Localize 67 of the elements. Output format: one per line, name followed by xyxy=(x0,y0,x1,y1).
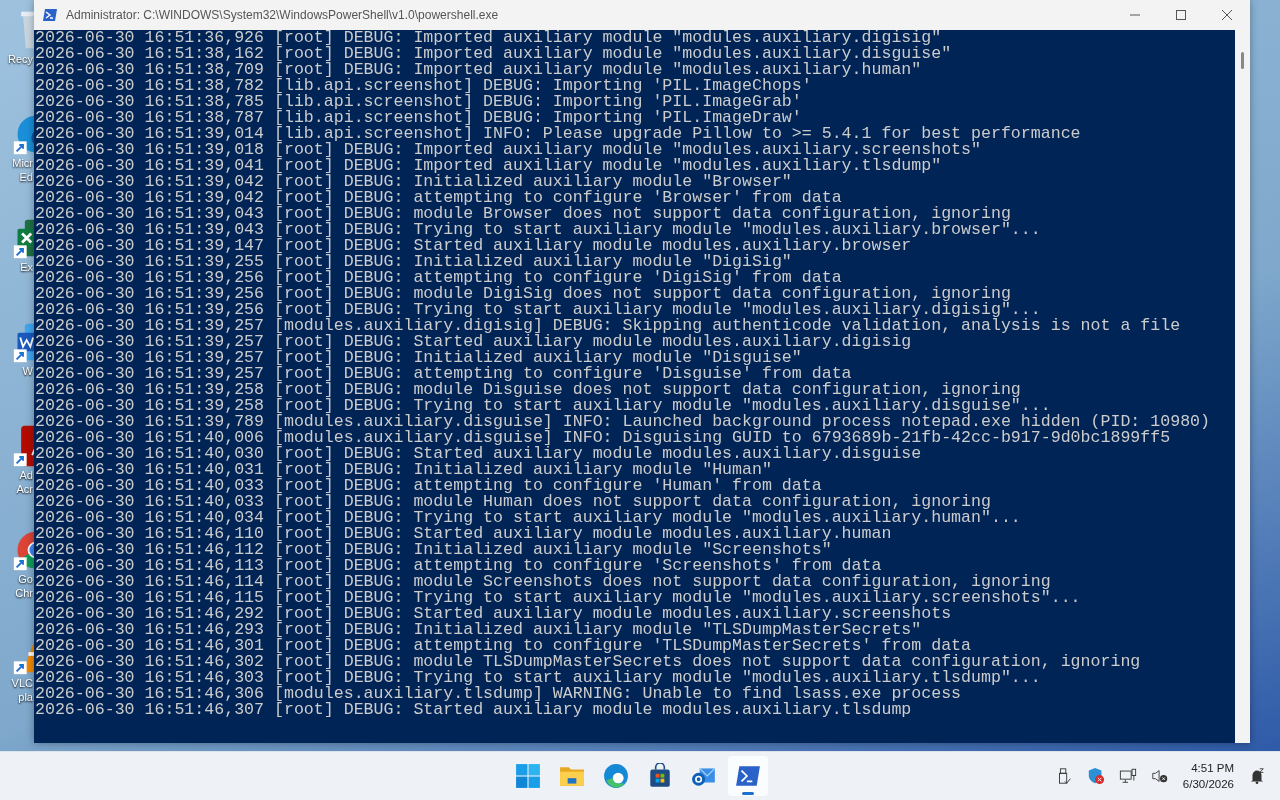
windows-logo-icon xyxy=(515,763,541,790)
log-line: 2026-06-30 16:51:39,256 [root] DEBUG: attempting to configure 'DigiSig' from data xyxy=(35,270,842,286)
clock-date[interactable]: 6/30/2026 xyxy=(1182,776,1234,793)
log-line: 2026-06-30 16:51:39,043 [root] DEBUG: Trying to start auxiliary module "modules.auxiliary.browser"... xyxy=(35,222,1042,238)
window-title: Administrator: C:\WINDOWS\System32\WindowsPowerShell\v1.0\powershell.exe xyxy=(66,8,500,22)
log-line: 2026-06-30 16:51:39,257 [root] DEBUG: Initialized auxiliary module "Disguise" xyxy=(35,350,802,366)
log-line: 2026-06-30 16:51:40,031 [root] DEBUG: Initialized auxiliary module "Human" xyxy=(35,462,772,478)
icon-label: pla xyxy=(18,690,33,704)
scrollbar[interactable] xyxy=(1235,30,1250,743)
log-line: 2026-06-30 16:51:39,258 [root] DEBUG: module Disguise does not support data configuration, ignoring xyxy=(35,382,1021,398)
log-line: 2026-06-30 16:51:46,113 [root] DEBUG: attempting to configure 'Screenshots' from data xyxy=(35,558,882,574)
log-line: 2026-06-30 16:51:39,255 [root] DEBUG: Initialized auxiliary module "DigiSig" xyxy=(35,254,792,270)
log-line: 2026-06-30 16:51:46,301 [root] DEBUG: attempting to configure 'TLSDumpMasterSecrets' from data xyxy=(35,638,972,654)
icon-label: Go xyxy=(18,572,33,586)
log-line: 2026-06-30 16:51:46,114 [root] DEBUG: module Screenshots does not support data configuration, ignoring xyxy=(35,574,1051,590)
log-line: 2026-06-30 16:51:36,926 [root] DEBUG: Imported auxiliary module "modules.auxiliary.digisig" xyxy=(35,30,942,46)
log-line: 2026-06-30 16:51:40,006 [modules.auxiliary.disguise] INFO: Disguising GUID to 6793689b-21fb-42cc-b917-9d0bc1899ff5 xyxy=(35,430,1171,446)
taskbar-app-button[interactable] xyxy=(728,756,768,797)
log-line: 2026-06-30 16:51:46,115 [root] DEBUG: Trying to start auxiliary module "modules.auxiliary.screenshots"... xyxy=(35,590,1082,606)
browser-icon xyxy=(603,763,629,790)
icon-label: Chr xyxy=(15,586,33,600)
log-line: 2026-06-30 16:51:39,257 [root] DEBUG: Started auxiliary module modules.auxiliary.digisig xyxy=(35,334,912,350)
log-line: 2026-06-30 16:51:46,302 [root] DEBUG: module TLSDumpMasterSecrets does not support data configuration, ignoring xyxy=(35,654,1142,670)
log-line: 2026-06-30 16:51:39,257 [modules.auxiliary.digisig] DEBUG: Skipping authenticode validation, analysis is not a file xyxy=(35,318,1182,334)
log-line: 2026-06-30 16:51:39,258 [root] DEBUG: Trying to start auxiliary module "modules.auxiliary.disguise"... xyxy=(35,398,1051,414)
log-line: 2026-06-30 16:51:39,256 [root] DEBUG: Trying to start auxiliary module "modules.auxiliary.digisig"... xyxy=(35,302,1042,318)
log-line: 2026-06-30 16:51:39,257 [root] DEBUG: attempting to configure 'Disguise' from data xyxy=(35,366,852,382)
icon-label: Ed xyxy=(19,170,33,184)
icon-label: Micr xyxy=(12,156,33,170)
log-line: 2026-06-30 16:51:38,787 [lib.api.screenshot] DEBUG: Importing 'PIL.ImageDraw' xyxy=(35,110,803,126)
log-line: 2026-06-30 16:51:39,043 [root] DEBUG: module Browser does not support data configuration, ignoring xyxy=(35,206,1011,222)
network-icon[interactable] xyxy=(1118,767,1137,786)
log-line: 2026-06-30 16:51:38,162 [root] DEBUG: Imported auxiliary module "modules.auxiliary.disguise" xyxy=(35,46,953,62)
log-line: 2026-06-30 16:51:39,041 [root] DEBUG: Imported auxiliary module "modules.auxiliary.tlsdump" xyxy=(35,158,942,174)
terminal-icon xyxy=(42,7,58,23)
log-line: 2026-06-30 16:51:46,112 [root] DEBUG: Initialized auxiliary module "Screenshots" xyxy=(35,542,832,558)
icon-label: Ex xyxy=(20,260,33,274)
icon-label: Ad xyxy=(19,468,33,482)
log-line: 2026-06-30 16:51:39,147 [root] DEBUG: Started auxiliary module modules.auxiliary.browser xyxy=(35,238,912,254)
icon-label: Recy xyxy=(7,52,33,66)
log-line: 2026-06-30 16:51:40,033 [root] DEBUG: module Human does not support data configuration, ignoring xyxy=(35,494,991,510)
log-line: 2026-06-30 16:51:46,306 [modules.auxiliary.tlsdump] WARNING: Unable to find lsass.exe process xyxy=(35,686,962,702)
log-line: 2026-06-30 16:51:39,256 [root] DEBUG: module DigiSig does not support data configuration, ignoring xyxy=(35,286,1011,302)
log-line: 2026-06-30 16:51:39,042 [root] DEBUG: attempting to configure 'Browser' from data xyxy=(35,190,842,206)
log-line: 2026-06-30 16:51:38,709 [root] DEBUG: Imported auxiliary module "modules.auxiliary.human" xyxy=(35,62,922,78)
log-line: 2026-06-30 16:51:40,033 [root] DEBUG: attempting to configure 'Human' from data xyxy=(35,478,822,494)
log-line: 2026-06-30 16:51:46,292 [root] DEBUG: Started auxiliary module modules.auxiliary.screenshots xyxy=(35,606,952,622)
shopping-bag-icon xyxy=(647,763,673,790)
log-line: 2026-06-30 16:51:40,030 [root] DEBUG: Started auxiliary module modules.auxiliary.disguise xyxy=(35,446,923,462)
icon-label: VLC xyxy=(11,676,33,690)
log-line: 2026-06-30 16:51:38,785 [lib.api.screenshot] DEBUG: Importing 'PIL.ImageGrab' xyxy=(35,94,802,110)
log-line: 2026-06-30 16:51:46,293 [root] DEBUG: Initialized auxiliary module "TLSDumpMasterSecrets" xyxy=(35,622,922,638)
log-line: 2026-06-30 16:51:40,034 [root] DEBUG: Trying to start auxiliary module "modules.auxiliary.human"... xyxy=(35,510,1022,526)
log-line: 2026-06-30 16:51:39,042 [root] DEBUG: Initialized auxiliary module "Browser" xyxy=(35,174,792,190)
log-line: 2026-06-30 16:51:39,789 [modules.auxiliary.disguise] INFO: Launched background process notepad.exe hidden (PID: 10980) xyxy=(35,414,1212,430)
shield-icon[interactable] xyxy=(1086,767,1105,786)
log-line: 2026-06-30 16:51:39,018 [root] DEBUG: Imported auxiliary module "modules.auxiliary.screenshots" xyxy=(35,142,981,158)
log-line: 2026-06-30 16:51:39,014 [lib.api.screenshot] INFO: Please upgrade Pillow to >= 5.4.1 for best performance xyxy=(35,126,1082,142)
log-line: 2026-06-30 16:51:46,110 [root] DEBUG: Started auxiliary module modules.auxiliary.human xyxy=(35,526,892,542)
clock-time[interactable]: 4:51 PM xyxy=(1191,760,1234,777)
log-line: 2026-06-30 16:51:46,307 [root] DEBUG: Started auxiliary module modules.auxiliary.tlsdump xyxy=(35,702,912,718)
log-line: 2026-06-30 16:51:38,782 [lib.api.screenshot] DEBUG: Importing 'PIL.ImageChops' xyxy=(35,78,812,94)
icon-label: W xyxy=(22,364,33,378)
scroll-thumb[interactable] xyxy=(1241,52,1244,69)
icon-label: Acr xyxy=(16,482,33,496)
speaker-muted-icon[interactable] xyxy=(1150,767,1169,786)
log-line: 2026-06-30 16:51:46,303 [root] DEBUG: Trying to start auxiliary module "modules.auxiliary.tlsdump"... xyxy=(35,670,1041,686)
